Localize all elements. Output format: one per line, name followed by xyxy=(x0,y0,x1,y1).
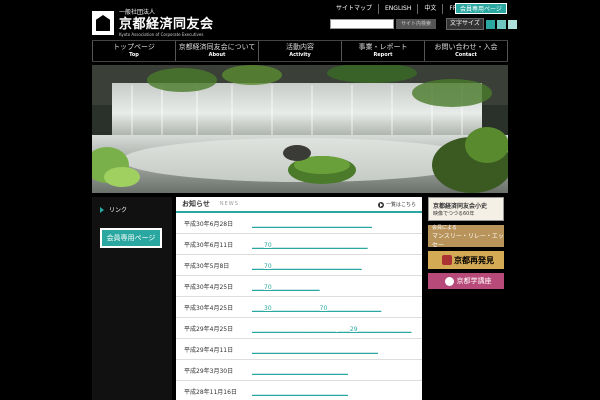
search-input[interactable] xyxy=(330,19,394,29)
news-link[interactable]: ＿＿70＿＿＿＿＿＿＿＿＿＿＿＿＿＿＿ xyxy=(252,261,362,270)
essay-banner[interactable]: 会員による マンスリー・リレー・エッセー xyxy=(428,224,504,249)
search-button[interactable]: サイト内検索 xyxy=(396,19,436,29)
history-banner-subtitle: 映像でつづる60年 xyxy=(433,211,475,217)
essay-banner-line2: マンスリー・リレー・エッセー xyxy=(432,232,504,249)
site-logo[interactable]: 一般社団法人 京都経済同友会 Kyoto Association of Corp… xyxy=(92,8,214,38)
news-date: 平成30年6月11日 xyxy=(184,241,234,249)
news-date: 平成30年4月25日 xyxy=(184,304,234,312)
news-date: 平成30年4月25日 xyxy=(184,283,234,291)
news-link[interactable]: ＿＿＿＿＿＿＿＿＿＿＿＿＿＿＿＿ xyxy=(252,366,348,375)
nav-activity-en: Activity xyxy=(289,52,311,58)
english-link[interactable]: ENGLISH xyxy=(378,4,417,14)
nav-report-jp: 事業・レポート xyxy=(358,43,408,51)
news-link[interactable]: ＿＿30＿＿＿＿＿＿＿＿70＿＿＿＿＿＿＿＿＿ xyxy=(252,303,381,312)
text-size-control: 文字サイズ xyxy=(446,18,517,30)
news-date: 平成29年4月11日 xyxy=(184,346,234,354)
logo-mark-icon xyxy=(92,11,114,35)
news-row: 平成30年4月25日 ＿＿30＿＿＿＿＿＿＿＿70＿＿＿＿＿＿＿＿＿ xyxy=(176,297,422,318)
news-link[interactable]: ＿＿70＿＿＿＿＿＿＿＿＿＿＿＿＿＿＿＿ xyxy=(252,240,368,249)
rediscover-mark-icon xyxy=(442,255,452,265)
nav-about[interactable]: 京都経済同友会について About xyxy=(175,41,258,61)
history-banner[interactable]: 京都経済同友会小史 映像でつづる60年 xyxy=(428,197,504,221)
news-link[interactable]: ＿＿＿＿＿＿＿＿＿＿＿＿＿＿ ＿＿29＿＿＿＿＿＿＿＿＿ xyxy=(252,324,412,333)
text-size-large-button[interactable] xyxy=(507,19,517,29)
news-more-link[interactable]: 一覧はこちら xyxy=(377,201,416,208)
arrow-right-icon xyxy=(100,206,104,213)
nav-contact[interactable]: お問い合わせ・入会 Contact xyxy=(424,41,508,61)
text-size-small-button[interactable] xyxy=(485,19,495,29)
news-row: 平成30年5月8日 ＿＿70＿＿＿＿＿＿＿＿＿＿＿＿＿＿＿ xyxy=(176,255,422,276)
news-row: 平成30年6月11日 ＿＿70＿＿＿＿＿＿＿＿＿＿＿＿＿＿＿＿ xyxy=(176,234,422,255)
links-heading[interactable]: リンク xyxy=(100,205,127,214)
logo-title: 京都経済同友会 xyxy=(119,16,214,32)
global-nav: トップページ Top 京都経済同友会について About 活動内容 Activi… xyxy=(92,40,508,62)
kyoto-studies-mark-icon xyxy=(444,276,454,286)
news-date: 平成29年4月25日 xyxy=(184,325,234,333)
news-row: 平成28年11月16日 ＿＿＿＿＿＿＿＿＿＿＿＿＿＿＿＿ xyxy=(176,381,422,400)
news-panel: お知らせ NEWS 一覧はこちら 平成30年6月28日 ＿＿＿＿＿＿＿＿＿＿＿＿… xyxy=(176,197,422,400)
news-link[interactable]: ＿＿＿＿＿＿＿＿＿＿＿＿＿＿＿＿＿＿＿＿ xyxy=(252,219,372,228)
news-link[interactable]: ＿＿＿＿＿＿＿＿＿＿＿＿＿＿＿＿ xyxy=(252,387,348,396)
kyoto-studies-banner-label: 京都学講座 xyxy=(456,277,492,285)
news-title: お知らせ xyxy=(182,200,210,208)
hero-waterfall-image xyxy=(92,65,508,193)
nav-top[interactable]: トップページ Top xyxy=(92,41,175,61)
nav-top-jp: トップページ xyxy=(113,43,155,51)
logo-text: 一般社団法人 京都経済同友会 Kyoto Association of Corp… xyxy=(119,9,214,38)
text-size-label: 文字サイズ xyxy=(446,18,484,30)
news-date: 平成30年6月28日 xyxy=(184,220,234,228)
play-circle-icon xyxy=(377,201,384,208)
news-date: 平成30年5月8日 xyxy=(184,262,230,270)
nav-about-en: About xyxy=(208,52,226,58)
member-page-button-top[interactable]: 会員専用ページ xyxy=(455,3,507,14)
sitemap-link[interactable]: サイトマップ xyxy=(330,4,378,14)
news-row: 平成29年3月30日 ＿＿＿＿＿＿＿＿＿＿＿＿＿＿＿＿ xyxy=(176,360,422,381)
history-banner-title: 京都経済同友会小史 xyxy=(433,203,488,210)
news-more-label: 一覧はこちら xyxy=(385,202,416,208)
rediscover-banner-label: 京都再発見 xyxy=(454,255,494,265)
banner-column: 京都経済同友会小史 映像でつづる60年 会員による マンスリー・リレー・エッセー… xyxy=(428,197,504,293)
nav-report[interactable]: 事業・レポート Report xyxy=(341,41,424,61)
nav-report-en: Report xyxy=(373,52,393,58)
nav-activity-jp: 活動内容 xyxy=(286,43,314,51)
waterfall-illustration xyxy=(92,65,508,193)
kyoto-studies-banner[interactable]: 京都学講座 xyxy=(428,273,504,289)
logo-english: Kyoto Association of Corporate Executive… xyxy=(119,31,204,37)
news-date: 平成29年3月30日 xyxy=(184,367,234,375)
chinese-link[interactable]: 中文 xyxy=(417,4,442,14)
nav-about-jp: 京都経済同友会について xyxy=(178,43,256,51)
essay-banner-line1: 会員による xyxy=(432,224,457,231)
news-row: 平成30年4月25日 ＿＿70＿＿＿＿＿＿＿＿ xyxy=(176,276,422,297)
nav-contact-en: Contact xyxy=(455,52,477,58)
news-link[interactable]: ＿＿70＿＿＿＿＿＿＿＿ xyxy=(252,282,320,291)
nav-contact-jp: お問い合わせ・入会 xyxy=(434,43,498,51)
news-subtitle: NEWS xyxy=(219,201,239,207)
nav-activity[interactable]: 活動内容 Activity xyxy=(258,41,341,61)
rediscover-kyoto-banner[interactable]: 京都再発見 xyxy=(428,251,504,269)
logo-subtitle: 一般社団法人 xyxy=(119,8,156,16)
member-page-button[interactable]: 会員専用ページ xyxy=(100,228,162,248)
links-label: リンク xyxy=(109,207,128,214)
news-header: お知らせ NEWS 一覧はこちら xyxy=(176,197,422,213)
news-row: 平成30年6月28日 ＿＿＿＿＿＿＿＿＿＿＿＿＿＿＿＿＿＿＿＿ xyxy=(176,213,422,234)
news-row: 平成29年4月11日 ＿＿＿＿＿＿＿＿＿＿＿＿＿＿＿＿＿＿＿＿＿ xyxy=(176,339,422,360)
news-row: 平成29年4月25日 ＿＿＿＿＿＿＿＿＿＿＿＿＿＿ ＿＿29＿＿＿＿＿＿＿＿＿ xyxy=(176,318,422,339)
nav-top-en: Top xyxy=(129,52,139,58)
left-sidebar: リンク 会員専用ページ xyxy=(92,197,172,400)
text-size-medium-button[interactable] xyxy=(496,19,506,29)
news-link[interactable]: ＿＿＿＿＿＿＿＿＿＿＿＿＿＿＿＿＿＿＿＿＿ xyxy=(252,345,378,354)
news-date: 平成28年11月16日 xyxy=(184,388,237,396)
